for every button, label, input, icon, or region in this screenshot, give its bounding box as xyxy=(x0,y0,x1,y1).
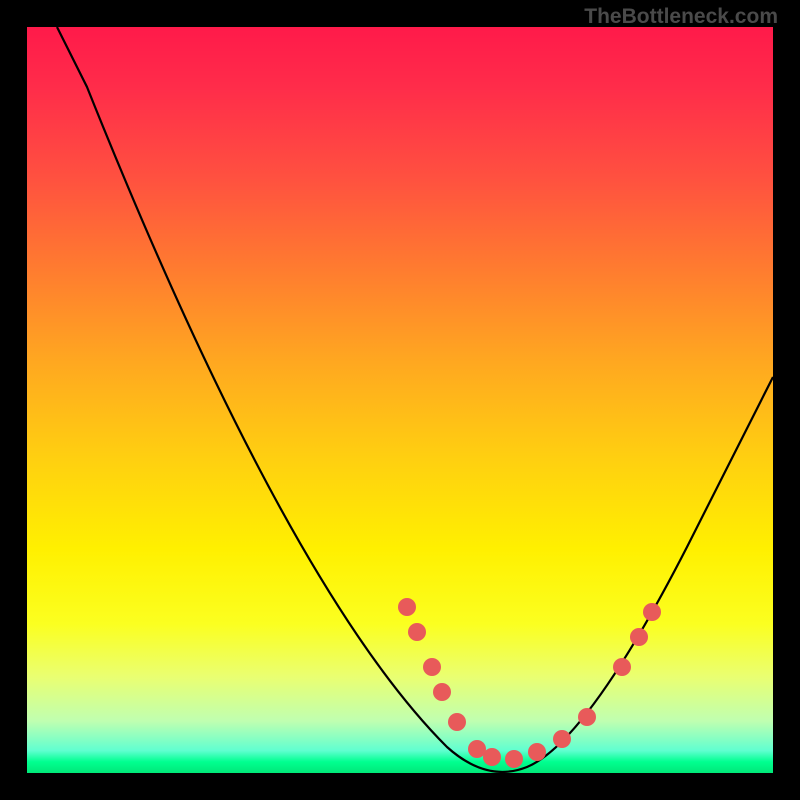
data-marker xyxy=(433,683,451,701)
data-marker xyxy=(398,598,416,616)
data-marker xyxy=(643,603,661,621)
data-marker xyxy=(423,658,441,676)
data-marker xyxy=(578,708,596,726)
watermark-text: TheBottleneck.com xyxy=(584,5,778,29)
data-marker xyxy=(630,628,648,646)
chart-plot-area xyxy=(27,27,773,773)
data-marker xyxy=(505,750,523,768)
marker-group xyxy=(398,598,661,768)
chart-svg xyxy=(27,27,773,773)
data-marker xyxy=(553,730,571,748)
data-marker xyxy=(483,748,501,766)
data-marker xyxy=(408,623,426,641)
bottleneck-curve xyxy=(57,27,773,772)
data-marker xyxy=(528,743,546,761)
data-marker xyxy=(613,658,631,676)
data-marker xyxy=(448,713,466,731)
